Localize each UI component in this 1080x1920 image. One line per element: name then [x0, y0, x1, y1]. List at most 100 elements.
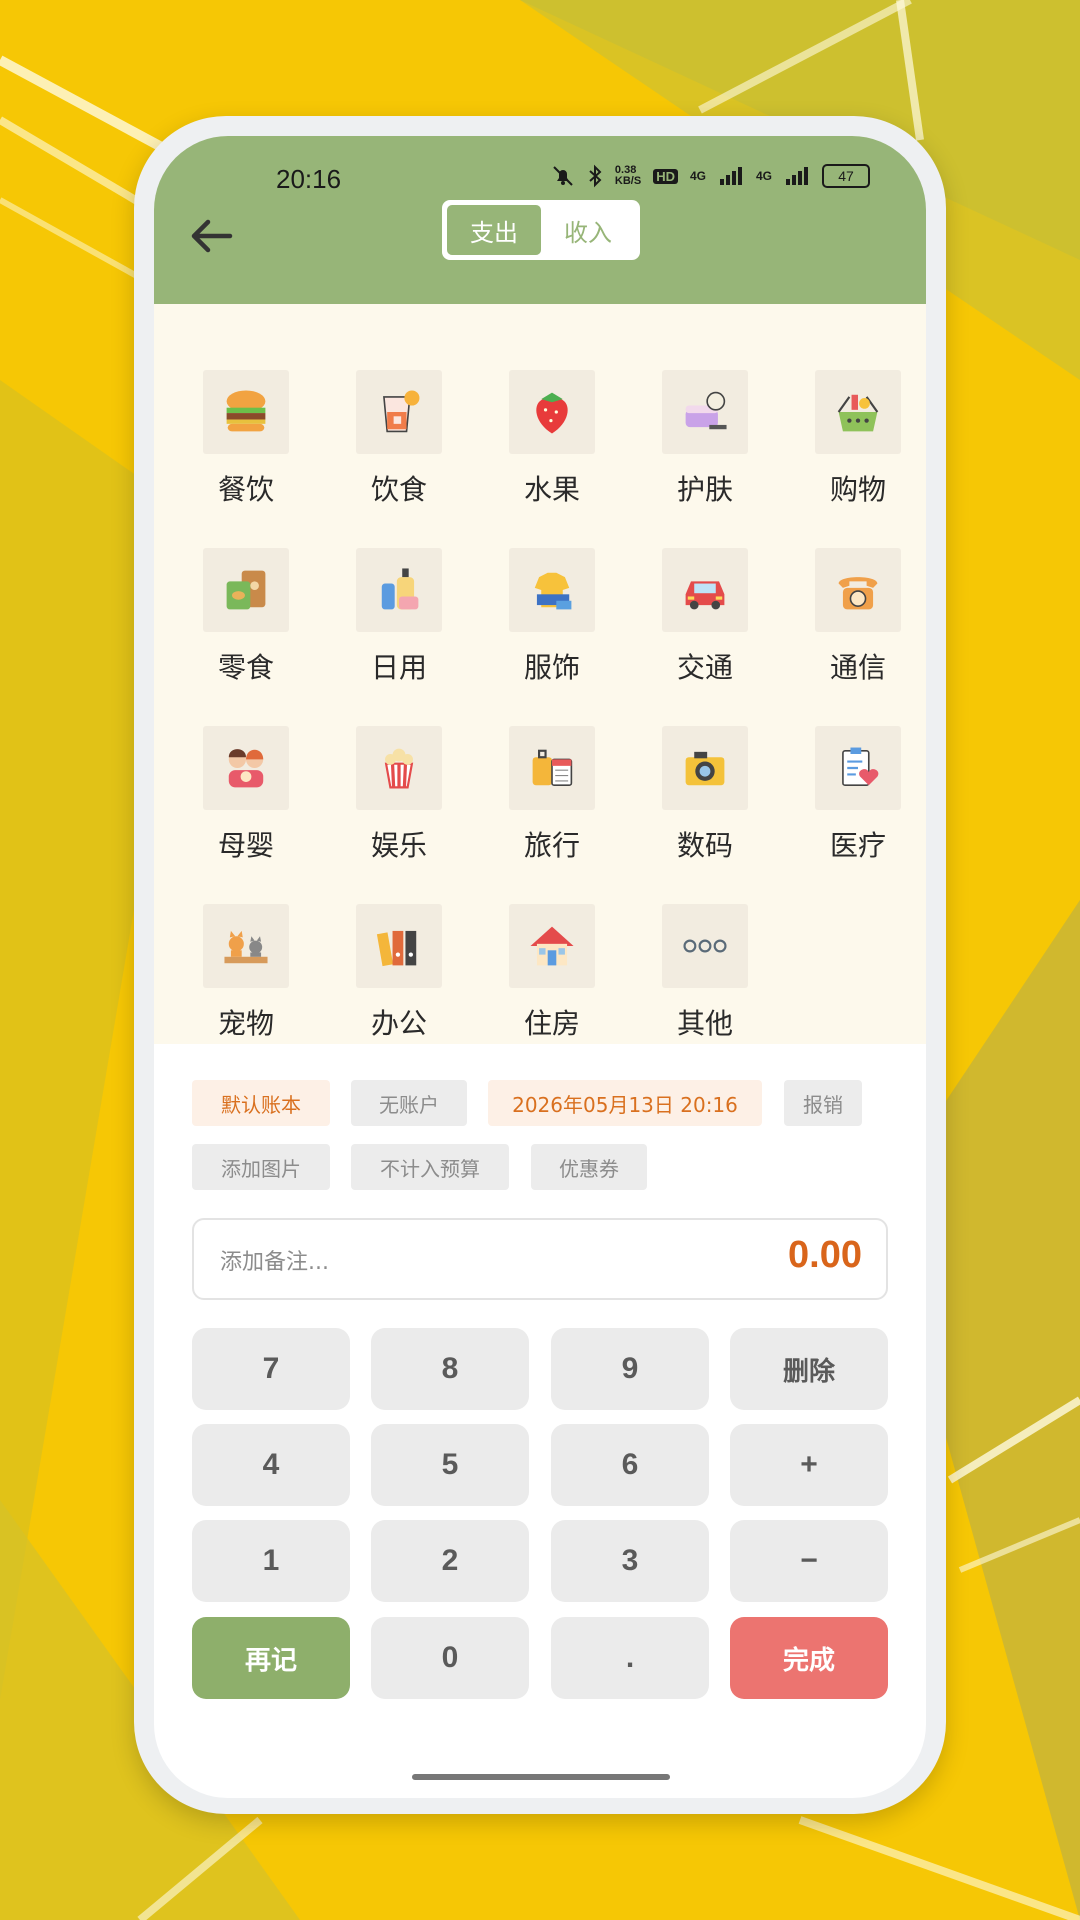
category-label: 数码: [676, 829, 733, 862]
back-arrow-icon[interactable]: [184, 208, 240, 264]
category-item[interactable]: 购物: [798, 370, 918, 508]
category-item[interactable]: 交通: [645, 548, 765, 686]
category-tile: [815, 726, 901, 810]
note-input[interactable]: 添加备注... 0.00: [192, 1218, 888, 1300]
key-4[interactable]: 4: [192, 1424, 350, 1506]
category-label: 餐饮: [217, 473, 274, 506]
signal-4g-label-2: 4G: [755, 169, 772, 183]
category-item[interactable]: 护肤: [645, 370, 765, 508]
category-item[interactable]: 服饰: [492, 548, 612, 686]
category-label: 住房: [523, 1007, 580, 1040]
coupon-tag[interactable]: 优惠券: [531, 1144, 647, 1190]
category-label: 娱乐: [370, 829, 427, 862]
category-label: 其他: [676, 1007, 733, 1040]
category-item[interactable]: 饮食: [339, 370, 459, 508]
category-label: 母婴: [217, 829, 274, 862]
category-item[interactable]: 住房: [492, 904, 612, 1042]
daily-bottles-icon: [381, 568, 419, 610]
amount-display: 0.00: [788, 1234, 862, 1276]
delete-button[interactable]: 删除: [730, 1328, 888, 1410]
exclude-budget-tag[interactable]: 不计入预算: [351, 1144, 509, 1190]
category-grid: 餐饮 饮食 水果 护肤 购物零食 日用 服饰 交通 通信母婴 娱乐 旅行 数码 医疗宠物 办公 住房 其他: [154, 304, 926, 1044]
camera-icon: [685, 751, 725, 786]
category-label: 宠物: [217, 1007, 274, 1040]
key-3[interactable]: 3: [551, 1520, 709, 1602]
car-icon: [685, 581, 725, 610]
signal-icon-2: [786, 167, 808, 185]
pets-icon: [224, 930, 268, 964]
luggage-icon: [532, 749, 573, 787]
key-2[interactable]: 2: [371, 1520, 529, 1602]
category-item[interactable]: 水果: [492, 370, 612, 508]
category-label: 通信: [829, 651, 886, 684]
datetime-tag[interactable]: 2026年05月13日 20:16: [488, 1080, 762, 1126]
category-item[interactable]: 宠物: [186, 904, 306, 1042]
header-bar: 20:16 0.38 KB/S HD 4G 4G 47 支出 收入: [154, 136, 926, 304]
network-speed: 0.38 KB/S: [614, 164, 642, 187]
category-tile: [356, 904, 442, 988]
category-tile: [815, 370, 901, 454]
record-again-button[interactable]: 再记: [192, 1617, 350, 1699]
tab-income[interactable]: 收入: [541, 205, 635, 255]
category-label: 购物: [829, 473, 886, 506]
category-tile: [356, 548, 442, 632]
key-5[interactable]: 5: [371, 1424, 529, 1506]
burger-icon: [226, 390, 266, 432]
category-tile: [356, 726, 442, 810]
key-6[interactable]: 6: [551, 1424, 709, 1506]
strawberry-icon: [536, 392, 568, 434]
category-tile: [815, 548, 901, 632]
key-0[interactable]: 0: [371, 1617, 529, 1699]
category-tile: [509, 548, 595, 632]
signal-4g-label-1: 4G: [689, 169, 706, 183]
skincare-icon: [685, 391, 727, 430]
clothes-icon: [534, 572, 572, 610]
home-indicator[interactable]: [412, 1774, 670, 1780]
account-tag[interactable]: 无账户: [351, 1080, 467, 1126]
category-tile: [203, 548, 289, 632]
more-dots-icon: [683, 939, 727, 953]
category-item[interactable]: 其他: [645, 904, 765, 1042]
category-item[interactable]: 通信: [798, 548, 918, 686]
category-item[interactable]: 母婴: [186, 726, 306, 864]
medical-icon: [842, 747, 879, 787]
tab-expense[interactable]: 支出: [447, 205, 541, 255]
category-item[interactable]: 医疗: [798, 726, 918, 864]
category-label: 医疗: [829, 829, 886, 862]
mother-baby-icon: [228, 749, 264, 788]
key-1[interactable]: 1: [192, 1520, 350, 1602]
category-item[interactable]: 旅行: [492, 726, 612, 864]
battery-level: 47: [838, 168, 854, 184]
popcorn-icon: [384, 748, 414, 789]
battery-icon: 47: [822, 164, 870, 188]
app-screen: 20:16 0.38 KB/S HD 4G 4G 47 支出 收入 餐饮 饮食 …: [154, 136, 926, 1798]
category-item[interactable]: 餐饮: [186, 370, 306, 508]
category-tile: [509, 904, 595, 988]
account-book-tag[interactable]: 默认账本: [192, 1080, 330, 1126]
category-item[interactable]: 娱乐: [339, 726, 459, 864]
category-item[interactable]: 日用: [339, 548, 459, 686]
category-label: 零食: [217, 651, 274, 684]
telephone-icon: [838, 577, 878, 610]
category-label: 服饰: [523, 651, 580, 684]
category-item[interactable]: 数码: [645, 726, 765, 864]
key-9[interactable]: 9: [551, 1328, 709, 1410]
minus-button[interactable]: −: [730, 1520, 888, 1602]
key-8[interactable]: 8: [371, 1328, 529, 1410]
key-dot[interactable]: .: [551, 1617, 709, 1699]
note-placeholder: 添加备注...: [220, 1250, 329, 1275]
category-tile: [203, 726, 289, 810]
hd-badge: HD: [653, 168, 678, 184]
reimburse-tag[interactable]: 报销: [784, 1080, 862, 1126]
plus-button[interactable]: +: [730, 1424, 888, 1506]
category-label: 饮食: [370, 473, 427, 506]
key-7[interactable]: 7: [192, 1328, 350, 1410]
category-item[interactable]: 办公: [339, 904, 459, 1042]
category-tile: [662, 726, 748, 810]
add-image-tag[interactable]: 添加图片: [192, 1144, 330, 1190]
done-button[interactable]: 完成: [730, 1617, 888, 1699]
category-label: 旅行: [523, 829, 580, 862]
bluetooth-icon: [589, 164, 602, 188]
category-item[interactable]: 零食: [186, 548, 306, 686]
category-tile: [662, 904, 748, 988]
